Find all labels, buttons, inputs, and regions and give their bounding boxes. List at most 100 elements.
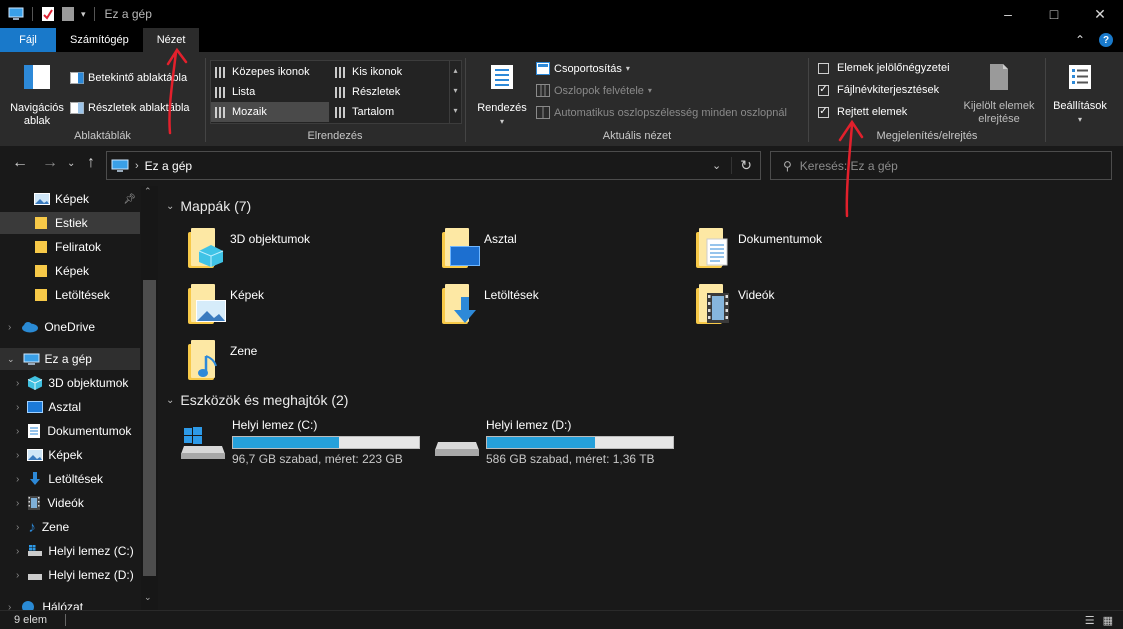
add-columns-button[interactable]: Oszlopok felvétele ▾: [536, 84, 652, 97]
sort-icon: [491, 65, 513, 89]
folder-icon: [35, 217, 47, 229]
group-by-button[interactable]: Csoportosítás ▾: [536, 62, 630, 75]
preview-pane-label: Betekintő ablaktábla: [88, 72, 188, 84]
hidden-items-checkbox[interactable]: ✓: [818, 106, 829, 118]
collapse-chevron-icon[interactable]: ⌄: [7, 354, 15, 365]
sidebar-item-3d-objects[interactable]: › 3D objektumok: [0, 372, 140, 394]
sidebar-item-label: Asztal: [48, 400, 82, 414]
expand-chevron-icon[interactable]: ›: [16, 474, 19, 485]
preview-pane-icon: [70, 72, 84, 84]
folder-desktop[interactable]: Asztal: [440, 226, 517, 268]
sidebar-item-pictures-pinned[interactable]: Képek 📌︎: [0, 188, 140, 210]
details-pane-icon: [70, 102, 84, 114]
sidebar-item-label: Képek: [48, 448, 83, 462]
expand-chevron-icon[interactable]: ›: [16, 378, 19, 389]
expand-chevron-icon[interactable]: ›: [16, 426, 19, 437]
forward-arrow-icon[interactable]: →: [42, 154, 58, 172]
folders-section-header[interactable]: ⌄ Mappák (7): [166, 198, 251, 214]
expand-chevron-icon[interactable]: ›: [16, 570, 19, 581]
current-view-group: Rendezés ▾ Csoportosítás ▾ Oszlopok felv…: [466, 56, 808, 146]
sidebar-item-label: Zene: [41, 520, 70, 534]
sidebar-scroll-thumb[interactable]: [143, 280, 156, 576]
item-checkboxes-checkbox[interactable]: [818, 62, 829, 74]
address-history-icon[interactable]: ⌄: [712, 159, 731, 172]
sidebar-item-kepek-folder[interactable]: Képek: [0, 260, 140, 282]
preview-pane-button[interactable]: Betekintő ablaktábla: [70, 72, 194, 84]
close-button[interactable]: ✕: [1077, 0, 1123, 28]
layout-group-label: Elrendezés: [307, 130, 363, 142]
breadcrumb-this-pc[interactable]: Ez a gép: [145, 159, 192, 173]
expand-chevron-icon[interactable]: ›: [8, 602, 11, 611]
help-icon[interactable]: ?: [1099, 33, 1113, 47]
large-icons-view-toggle-icon[interactable]: ▦: [1103, 614, 1113, 627]
expand-chevron-icon[interactable]: ›: [16, 402, 19, 413]
sidebar-item-letoltesek-folder[interactable]: Letöltések: [0, 284, 140, 306]
sidebar-item-pictures[interactable]: › Képek: [0, 444, 140, 466]
sidebar-item-estiek[interactable]: Estiek: [0, 212, 140, 234]
folder-documents[interactable]: Dokumentumok: [694, 226, 822, 268]
tab-file[interactable]: Fájl: [0, 28, 56, 52]
sidebar-item-downloads[interactable]: › Letöltések: [0, 468, 140, 490]
sidebar-item-desktop[interactable]: › Asztal: [0, 396, 140, 418]
folder-videos[interactable]: Videók: [694, 282, 774, 324]
maximize-button[interactable]: □: [1031, 0, 1077, 28]
folder-icon: [35, 289, 47, 301]
details-view-toggle-icon[interactable]: ☰: [1085, 614, 1095, 627]
sidebar-item-network[interactable]: › Hálózat: [0, 596, 140, 610]
sidebar-item-documents[interactable]: › Dokumentumok: [0, 420, 140, 442]
search-placeholder: Keresés: Ez a gép: [799, 158, 898, 173]
minimize-button[interactable]: –: [985, 0, 1031, 28]
file-extensions-toggle[interactable]: ✓ Fájlnévkiterjesztések: [818, 84, 939, 96]
tab-view[interactable]: Nézet: [142, 28, 200, 52]
properties-icon[interactable]: [41, 6, 55, 22]
breadcrumb-separator-icon[interactable]: ›: [135, 160, 139, 172]
address-bar[interactable]: › Ez a gép ⌄ ↻: [106, 151, 761, 180]
expand-chevron-icon[interactable]: ›: [16, 450, 19, 461]
new-folder-icon[interactable]: [61, 6, 75, 22]
file-extensions-checkbox[interactable]: ✓: [818, 84, 829, 96]
expand-chevron-icon[interactable]: ›: [8, 322, 11, 333]
collapse-ribbon-icon[interactable]: ⌃: [1075, 33, 1085, 47]
sort-by-button[interactable]: Rendezés ▾: [476, 62, 528, 128]
recent-locations-icon[interactable]: ⌄: [67, 158, 75, 169]
sidebar-item-music[interactable]: › ♪ Zene: [0, 516, 140, 538]
pin-icon[interactable]: 📌︎: [123, 194, 136, 205]
collapse-chevron-icon[interactable]: ⌄: [166, 395, 174, 406]
navigation-pane-button[interactable]: Navigációs ablak: [6, 62, 68, 128]
this-pc-icon: [23, 353, 40, 365]
folder-3d-objects[interactable]: 3D objektumok: [186, 226, 310, 268]
tab-computer[interactable]: Számítógép: [56, 28, 143, 52]
hidden-items-toggle[interactable]: ✓ Rejtett elemek: [818, 106, 907, 118]
sidebar-item-this-pc[interactable]: ⌄ Ez a gép: [0, 348, 140, 370]
folder-icon: [35, 241, 47, 253]
sidebar-item-label: Helyi lemez (D:): [48, 568, 134, 582]
options-button[interactable]: Beállítások ▾: [1049, 62, 1111, 126]
sidebar-item-feliratok[interactable]: Feliratok: [0, 236, 140, 258]
up-arrow-icon[interactable]: ↑: [87, 154, 95, 172]
sidebar-item-onedrive[interactable]: › OneDrive: [0, 316, 140, 338]
refresh-icon[interactable]: ↻: [731, 157, 760, 174]
onedrive-cloud-icon: [22, 322, 39, 333]
item-checkboxes-toggle[interactable]: Elemek jelölőnégyzetei: [818, 62, 950, 74]
customize-toolbar-icon[interactable]: ▾: [81, 9, 86, 20]
this-pc-icon: [111, 159, 129, 172]
expand-chevron-icon[interactable]: ›: [16, 522, 19, 533]
expand-chevron-icon[interactable]: ›: [16, 546, 19, 557]
sidebar-item-videos[interactable]: › Videók: [0, 492, 140, 514]
search-input[interactable]: ⚲ Keresés: Ez a gép: [770, 151, 1112, 180]
sidebar-item-drive-d[interactable]: › Helyi lemez (D:): [0, 564, 140, 586]
folder-downloads[interactable]: Letöltések: [440, 282, 539, 324]
drives-section-header[interactable]: ⌄ Eszközök és meghajtók (2): [166, 392, 348, 408]
show-hide-group: Elemek jelölőnégyzetei ✓ Fájlnévkiterjes…: [809, 56, 1045, 146]
autosize-columns-button[interactable]: Automatikus oszlopszélesség minden oszlo…: [536, 106, 787, 119]
sidebar-item-drive-c[interactable]: › Helyi lemez (C:): [0, 540, 140, 562]
collapse-chevron-icon[interactable]: ⌄: [166, 201, 174, 212]
hide-selected-button[interactable]: Kijelölt elemek elrejtése: [957, 62, 1041, 126]
back-arrow-icon[interactable]: ←: [12, 154, 28, 172]
scroll-down-icon[interactable]: ⌄: [144, 592, 152, 603]
folder-pictures[interactable]: Képek: [186, 282, 264, 324]
details-pane-button[interactable]: Részletek ablaktábla: [70, 102, 194, 114]
scroll-up-icon[interactable]: ⌃: [144, 186, 152, 197]
folder-music[interactable]: Zene: [186, 338, 257, 380]
expand-chevron-icon[interactable]: ›: [16, 498, 19, 509]
